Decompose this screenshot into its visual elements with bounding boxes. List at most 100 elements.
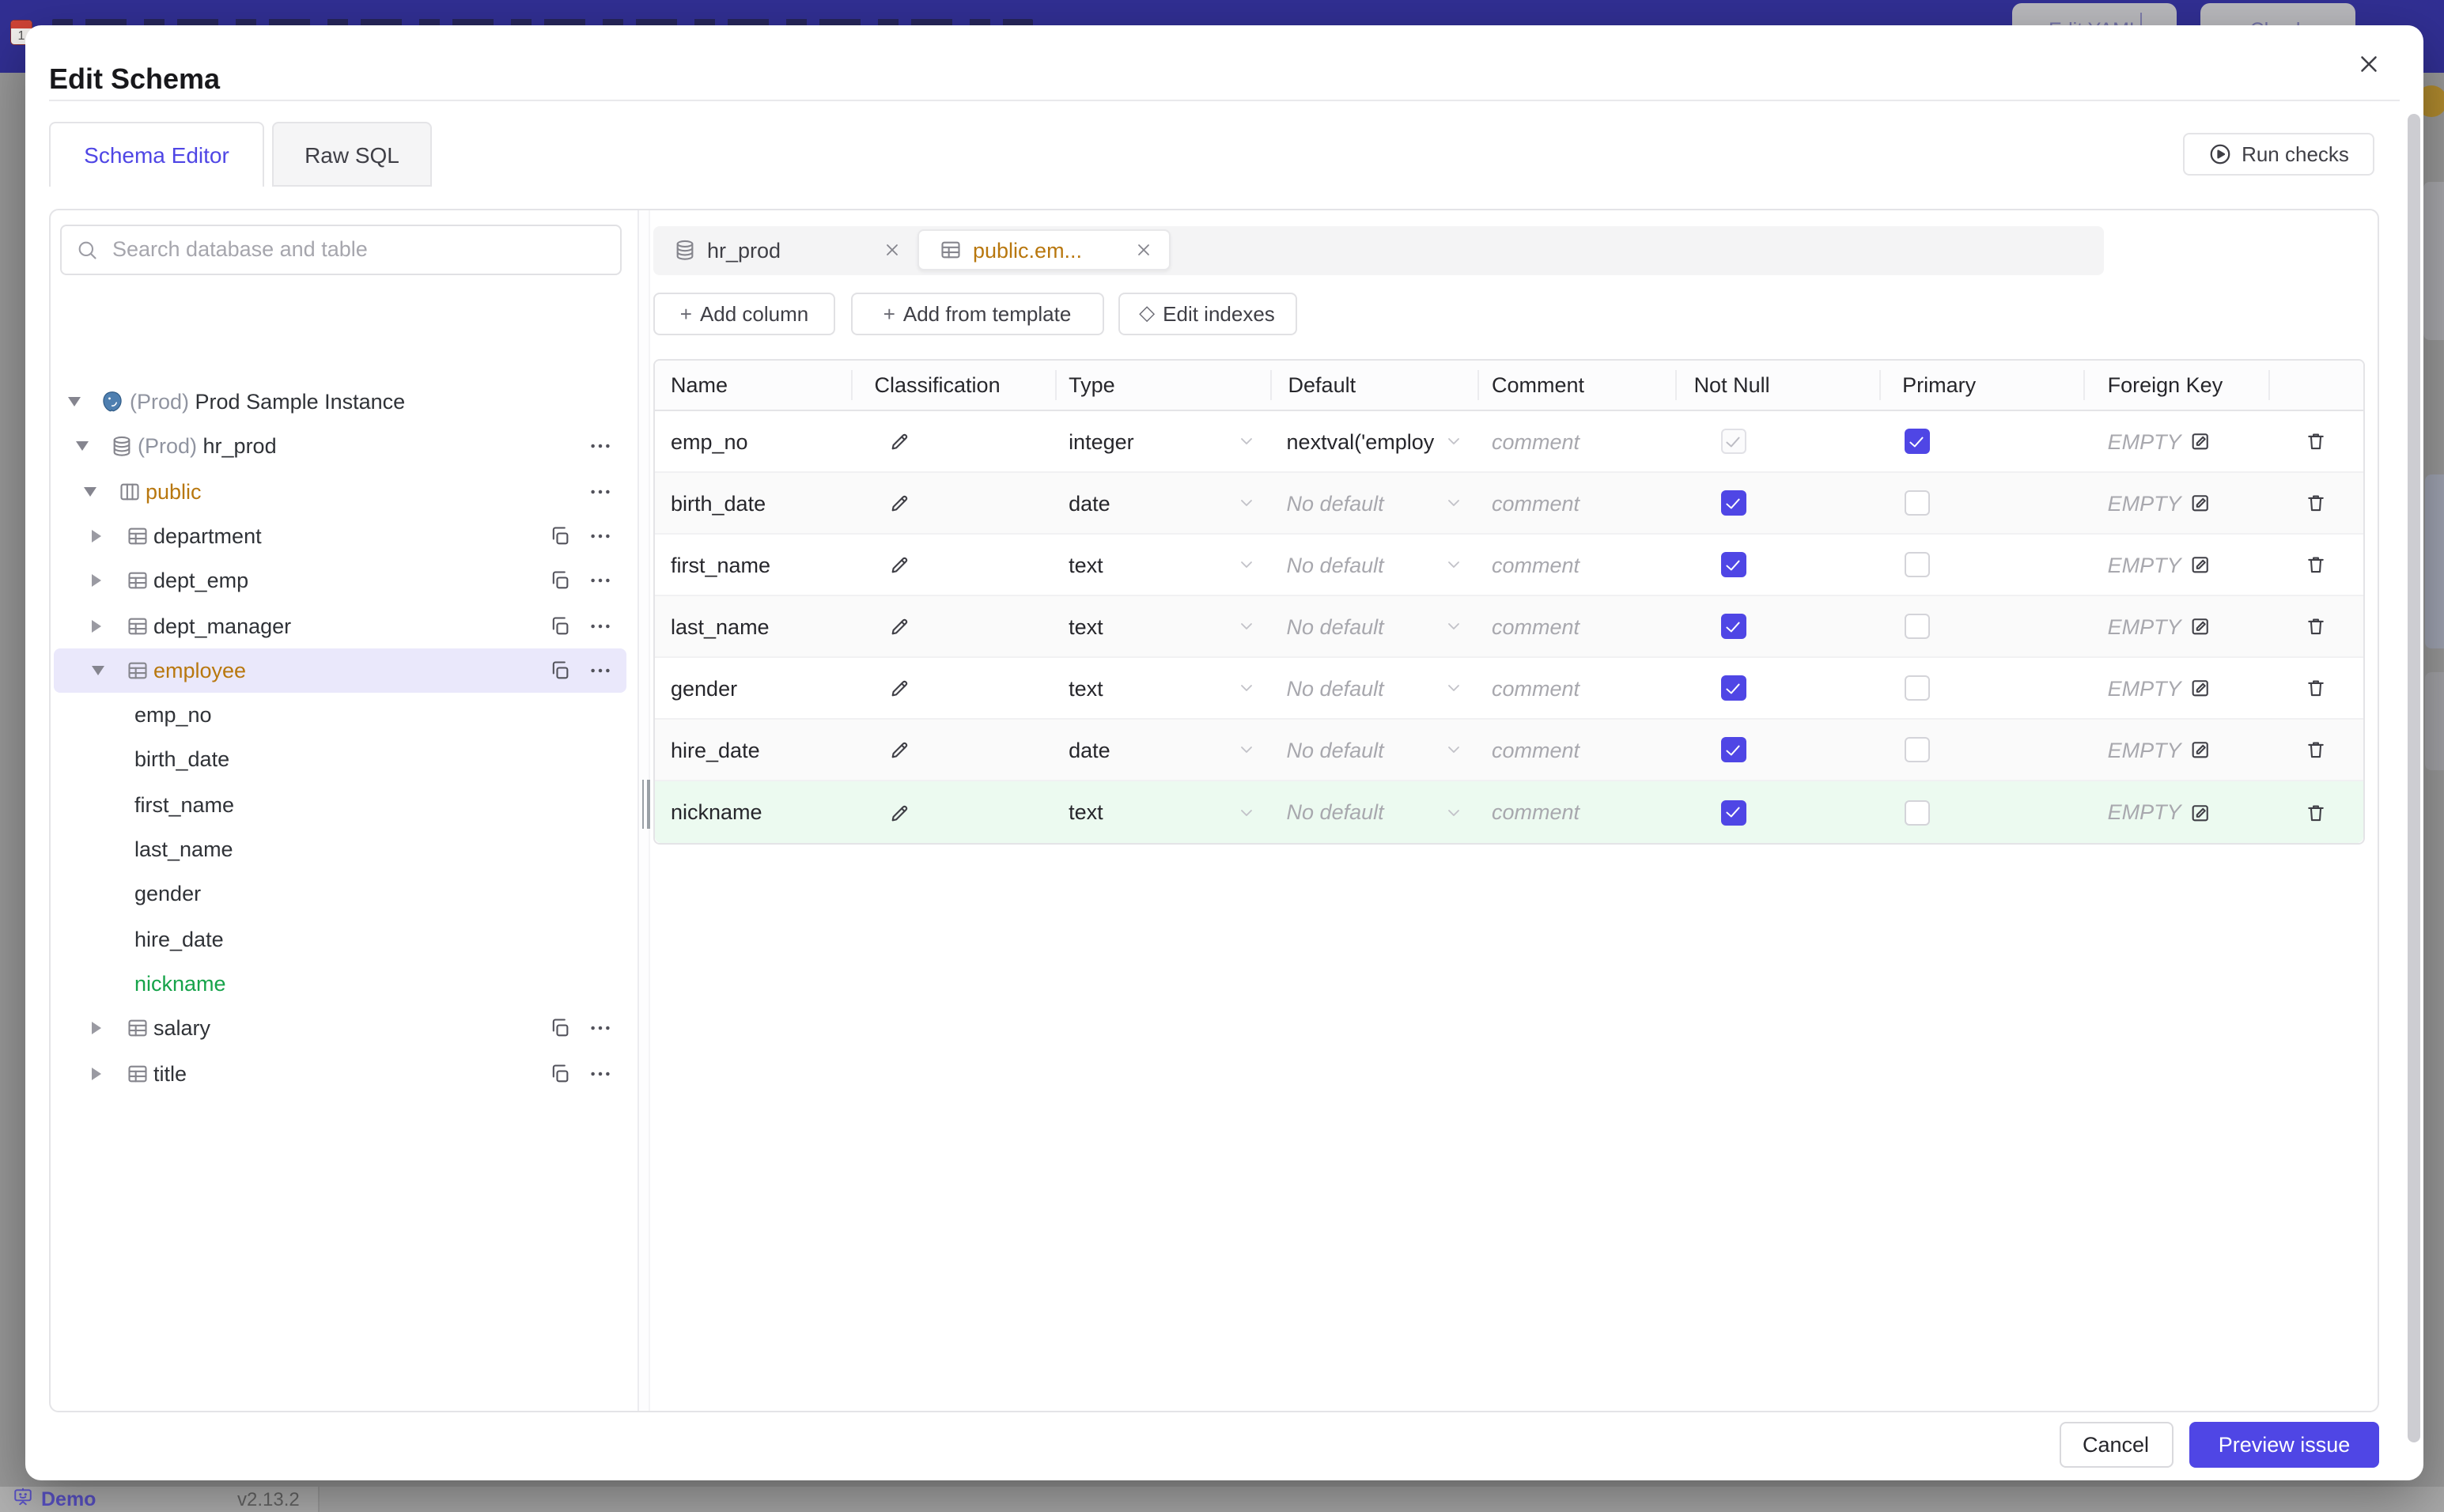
more-options-icon[interactable] [588,435,612,459]
tree-item-public[interactable]: public [54,469,626,513]
default-select[interactable]: No default [1271,781,1477,843]
tab-schema-editor[interactable]: Schema Editor [49,122,264,187]
close-icon[interactable] [1134,240,1153,259]
type-select[interactable]: text [1054,596,1270,656]
caret-right-icon[interactable] [92,619,101,632]
more-options-icon[interactable] [588,614,612,637]
panel-resize-divider[interactable] [637,210,650,1411]
type-select[interactable]: date [1054,473,1270,533]
primary-checkbox[interactable] [1904,614,1930,639]
comment-input[interactable]: comment [1492,676,1580,700]
tree-item-salary[interactable]: salary [54,1006,626,1050]
pencil-icon[interactable] [889,677,911,699]
add-from-template-button[interactable]: + Add from template [850,292,1104,335]
copy-icon[interactable] [549,614,571,637]
tab-chip-hr-prod[interactable]: hr_prod [656,225,917,274]
tree-search-input[interactable] [109,225,614,273]
tree-item-hire_date[interactable]: hire_date [54,917,626,961]
edit-indexes-button[interactable]: ◇ Edit indexes [1118,292,1296,335]
tab-raw-sql[interactable]: Raw SQL [272,122,432,187]
not-null-checkbox[interactable] [1720,737,1746,762]
trash-icon[interactable] [2305,554,2327,576]
trash-icon[interactable] [2305,739,2327,761]
preview-issue-button[interactable]: Preview issue [2189,1421,2379,1467]
copy-icon[interactable] [549,1017,571,1039]
trash-icon[interactable] [2305,677,2327,699]
not-null-checkbox[interactable] [1720,429,1746,454]
caret-right-icon[interactable] [92,574,101,588]
caret-down-icon[interactable] [76,441,89,452]
caret-down-icon[interactable] [92,665,104,675]
run-checks-button[interactable]: Run checks [2183,133,2374,176]
comment-input[interactable]: comment [1492,614,1580,638]
comment-input[interactable]: comment [1492,491,1580,515]
default-select[interactable]: No default [1271,720,1477,780]
trash-icon[interactable] [2305,430,2327,452]
pencil-icon[interactable] [889,615,911,637]
caret-down-icon[interactable] [84,486,96,497]
comment-input[interactable]: comment [1492,738,1580,762]
type-select[interactable]: text [1054,781,1270,843]
modal-scrollbar[interactable] [2407,114,2420,1442]
edit-foreign-key-icon[interactable] [2189,492,2211,514]
copy-icon[interactable] [549,525,571,547]
more-options-icon[interactable] [588,659,612,682]
trash-icon[interactable] [2305,492,2327,514]
tree-item-title[interactable]: title [54,1051,626,1095]
primary-checkbox[interactable] [1904,552,1930,577]
not-null-checkbox[interactable] [1720,799,1746,825]
caret-down-icon[interactable] [68,397,81,406]
pencil-icon[interactable] [889,801,911,823]
primary-checkbox[interactable] [1904,675,1930,701]
pencil-icon[interactable] [889,492,911,514]
primary-checkbox[interactable] [1904,429,1930,454]
not-null-checkbox[interactable] [1720,552,1746,577]
column-name-input[interactable]: nickname [671,800,762,824]
comment-input[interactable]: comment [1492,553,1580,576]
add-column-button[interactable]: + Add column [653,292,835,335]
primary-checkbox[interactable] [1904,799,1930,825]
edit-foreign-key-icon[interactable] [2189,801,2211,823]
more-options-icon[interactable] [588,569,612,592]
column-name-input[interactable]: last_name [671,614,770,638]
edit-foreign-key-icon[interactable] [2189,554,2211,576]
type-select[interactable]: integer [1054,411,1270,471]
pencil-icon[interactable] [889,554,911,576]
edit-foreign-key-icon[interactable] [2189,739,2211,761]
comment-input[interactable]: comment [1492,800,1580,824]
tree-item-dept_manager[interactable]: dept_manager [54,603,626,648]
tree-item-hr_prod[interactable]: (Prod) hr_prod [54,425,626,469]
tree-item-dept_emp[interactable]: dept_emp [54,558,626,603]
more-options-icon[interactable] [588,524,612,548]
close-icon[interactable] [883,240,902,259]
close-icon[interactable] [2355,51,2381,76]
column-name-input[interactable]: gender [671,676,737,700]
primary-checkbox[interactable] [1904,490,1930,516]
caret-right-icon[interactable] [92,529,101,542]
type-select[interactable]: text [1054,658,1270,718]
more-options-icon[interactable] [588,479,612,503]
tree-item-employee[interactable]: employee [54,648,626,693]
tree-item-gender[interactable]: gender [54,872,626,917]
column-name-input[interactable]: first_name [671,553,770,576]
copy-icon[interactable] [549,569,571,592]
tree-item-birth_date[interactable]: birth_date [54,738,626,782]
cancel-button[interactable]: Cancel [2059,1421,2173,1467]
column-name-input[interactable]: birth_date [671,491,766,515]
copy-icon[interactable] [549,660,571,682]
edit-foreign-key-icon[interactable] [2189,677,2211,699]
trash-icon[interactable] [2305,801,2327,823]
tree-item-nickname[interactable]: nickname [54,962,626,1006]
tab-chip-public-employee[interactable]: public.em... [917,229,1171,270]
more-options-icon[interactable] [588,1016,612,1040]
default-select[interactable]: No default [1271,473,1477,533]
copy-icon[interactable] [549,1062,571,1084]
column-name-input[interactable]: hire_date [671,738,760,762]
type-select[interactable]: date [1054,720,1270,780]
tree-item-emp_no[interactable]: emp_no [54,693,626,737]
trash-icon[interactable] [2305,615,2327,637]
resize-handle-icon[interactable] [641,779,649,828]
demo-link[interactable]: Demo [13,1487,96,1512]
caret-right-icon[interactable] [92,1067,101,1079]
tree-item-first_name[interactable]: first_name [54,782,626,826]
